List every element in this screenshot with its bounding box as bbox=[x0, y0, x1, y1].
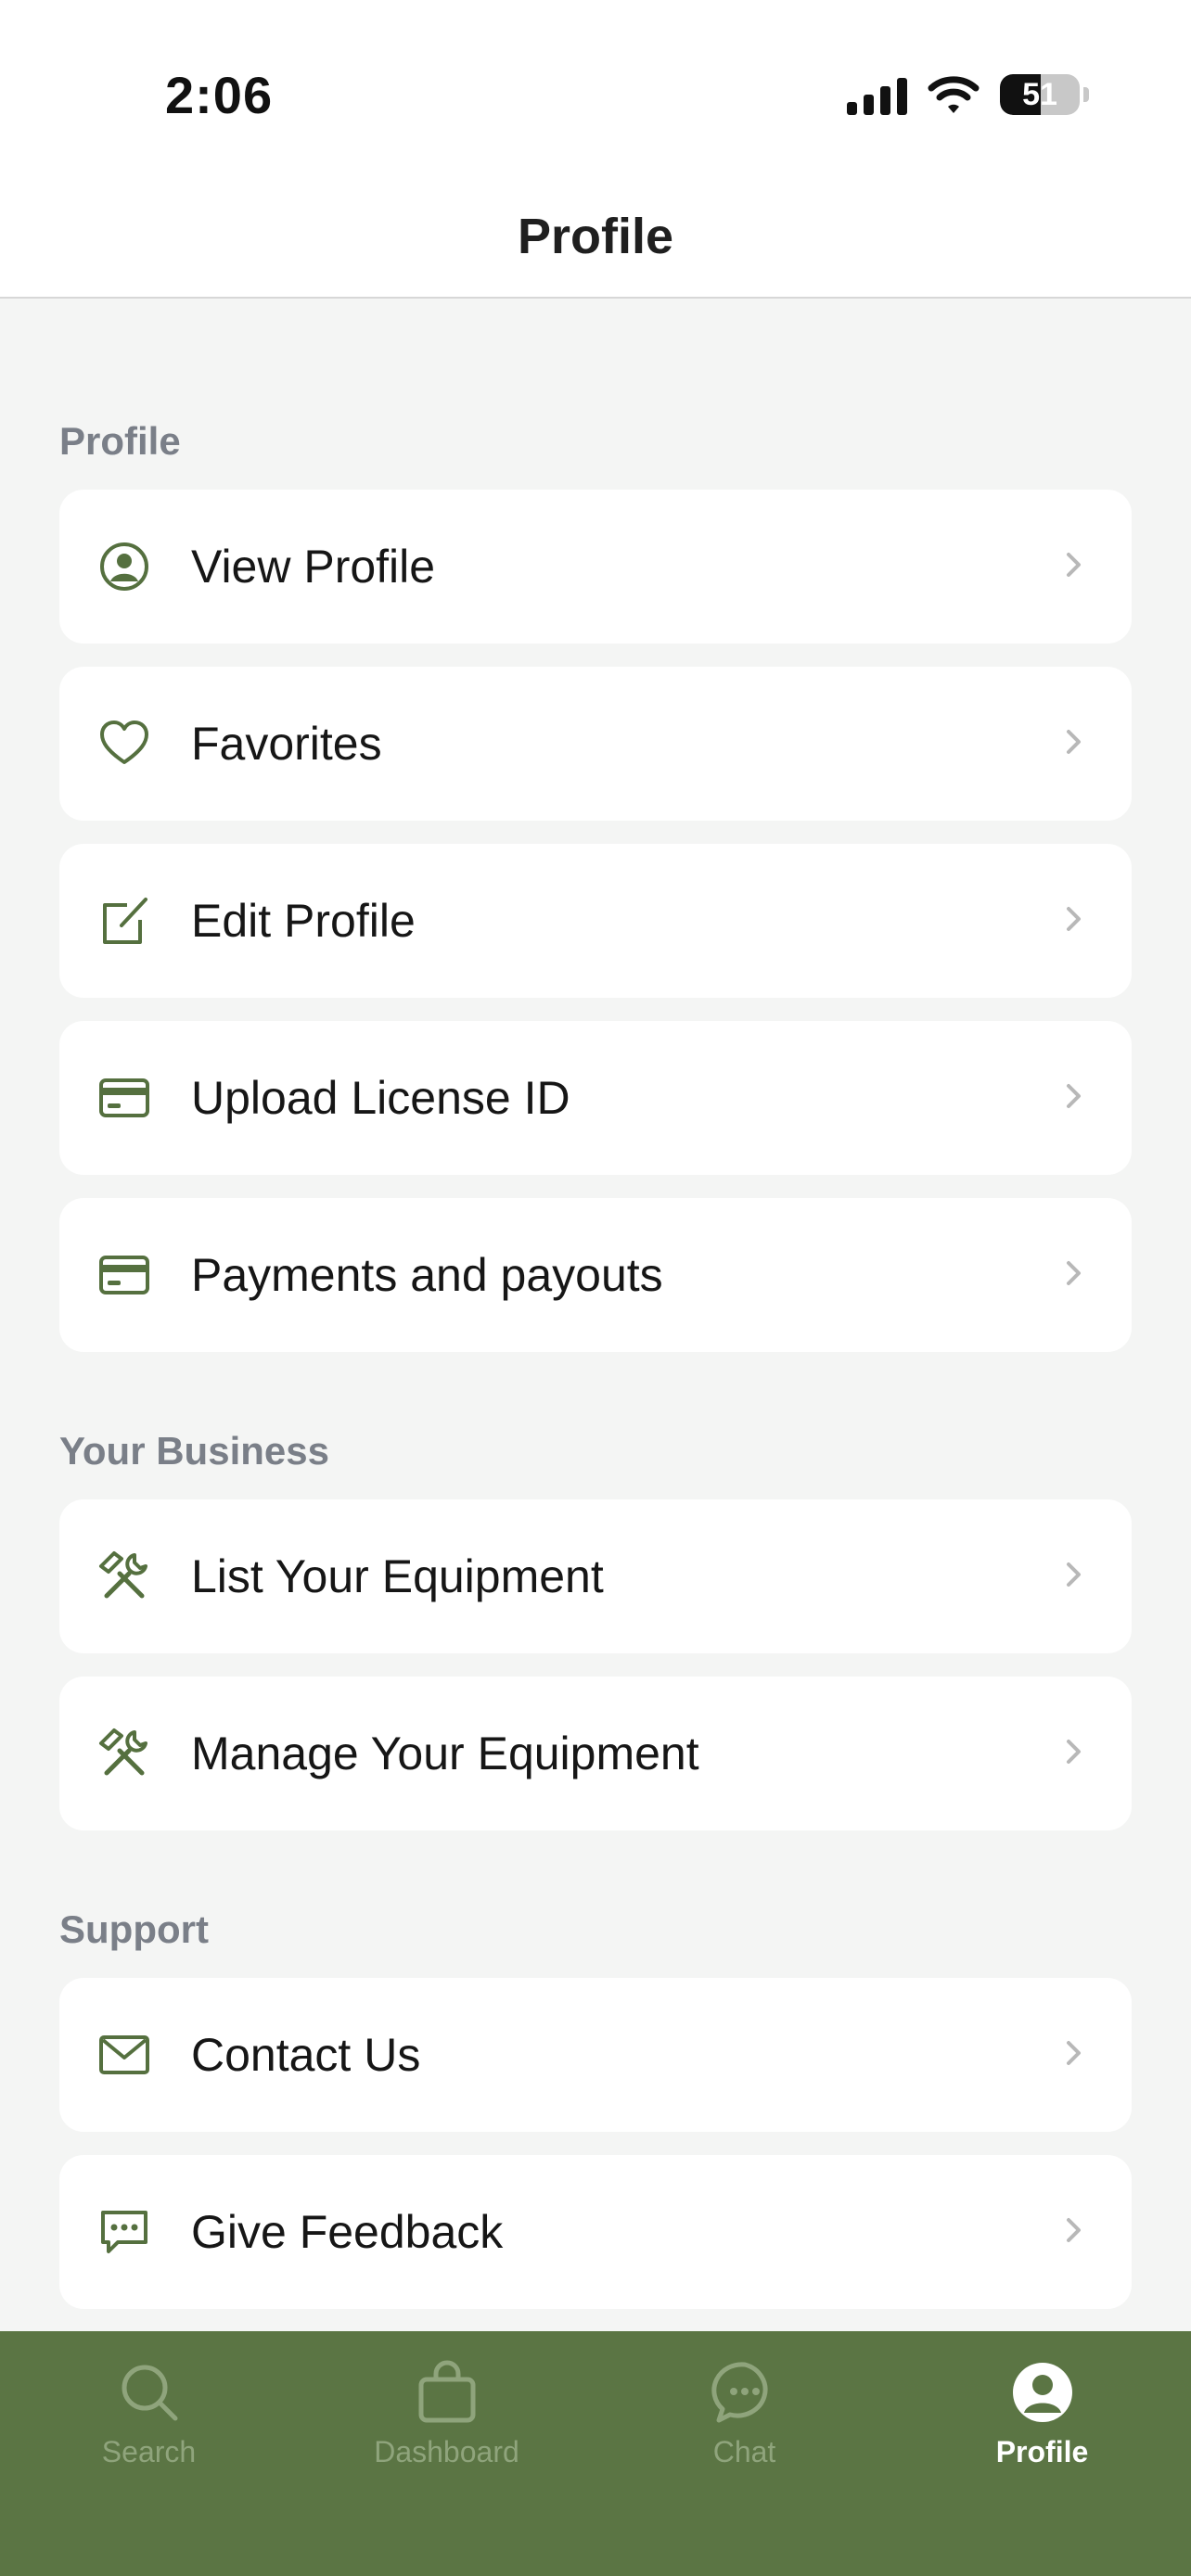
battery-level: 51 bbox=[1022, 76, 1057, 112]
menu-item-edit-profile[interactable]: Edit Profile bbox=[59, 844, 1132, 998]
menu-item-label: View Profile bbox=[191, 541, 436, 593]
menu-item-label: Favorites bbox=[191, 718, 382, 770]
menu-item-label: Upload License ID bbox=[191, 1072, 570, 1124]
chevron-right-icon bbox=[1059, 2216, 1087, 2249]
tab-label: Dashboard bbox=[374, 2435, 519, 2468]
user-circle-icon bbox=[96, 539, 152, 594]
chevron-right-icon bbox=[1059, 2039, 1087, 2072]
chat-bubble-icon bbox=[96, 2204, 152, 2260]
menu-item-label: Payments and payouts bbox=[191, 1249, 663, 1301]
chevron-right-icon bbox=[1059, 1259, 1087, 1292]
tools-icon bbox=[96, 1726, 152, 1781]
menu-item-label: Manage Your Equipment bbox=[191, 1728, 699, 1779]
menu-item-payments-and-payouts[interactable]: Payments and payouts bbox=[59, 1198, 1132, 1352]
section-title-your-business: Your Business bbox=[59, 1429, 329, 1473]
card-icon bbox=[96, 1247, 152, 1303]
menu-item-label: Edit Profile bbox=[191, 895, 416, 947]
nav-header: Profile bbox=[0, 176, 1191, 299]
profile-icon bbox=[1012, 2363, 1072, 2422]
tools-icon bbox=[96, 1549, 152, 1604]
status-bar: 2:06 51 bbox=[0, 0, 1191, 176]
menu-item-upload-license-id[interactable]: Upload License ID bbox=[59, 1021, 1132, 1175]
search-icon bbox=[122, 2365, 177, 2421]
bag-icon bbox=[418, 2360, 475, 2423]
page-title: Profile bbox=[517, 209, 674, 264]
mail-icon bbox=[96, 2027, 152, 2083]
tab-chat[interactable]: Chat bbox=[596, 2331, 893, 2489]
status-time: 2:06 bbox=[165, 66, 274, 124]
menu-item-manage-your-equipment[interactable]: Manage Your Equipment bbox=[59, 1677, 1132, 1830]
tab-dashboard[interactable]: Dashboard bbox=[298, 2331, 596, 2489]
chevron-right-icon bbox=[1059, 728, 1087, 760]
tab-profile[interactable]: Profile bbox=[893, 2331, 1191, 2489]
menu-item-contact-us[interactable]: Contact Us bbox=[59, 1978, 1132, 2132]
menu-item-label: List Your Equipment bbox=[191, 1550, 604, 1602]
chevron-right-icon bbox=[1059, 1082, 1087, 1115]
menu-item-give-feedback[interactable]: Give Feedback bbox=[59, 2155, 1132, 2309]
battery-icon: 51 bbox=[1000, 74, 1080, 115]
menu-item-label: Give Feedback bbox=[191, 2206, 504, 2258]
edit-icon bbox=[96, 893, 152, 949]
app-root: 2:06 51 Profile Profile View Profile Fav… bbox=[0, 0, 1191, 2576]
tab-label: Chat bbox=[712, 2435, 776, 2468]
chevron-right-icon bbox=[1059, 905, 1087, 937]
heart-icon bbox=[96, 716, 152, 772]
menu-item-favorites[interactable]: Favorites bbox=[59, 667, 1132, 821]
status-icons: 51 bbox=[847, 72, 1089, 117]
section-title-profile: Profile bbox=[59, 419, 181, 463]
tab-bar: Search Dashboard Chat Profile bbox=[0, 2331, 1191, 2576]
card-icon bbox=[96, 1070, 152, 1126]
wifi-icon bbox=[928, 76, 980, 113]
tab-label: Search bbox=[101, 2435, 197, 2468]
chevron-right-icon bbox=[1059, 1738, 1087, 1770]
chevron-right-icon bbox=[1059, 551, 1087, 583]
tab-label: Profile bbox=[995, 2435, 1089, 2468]
signal-icon bbox=[847, 74, 907, 115]
section-title-support: Support bbox=[59, 1907, 209, 1951]
menu-item-list-your-equipment[interactable]: List Your Equipment bbox=[59, 1499, 1132, 1653]
chat-icon bbox=[711, 2362, 767, 2423]
tab-search[interactable]: Search bbox=[0, 2331, 298, 2489]
chevron-right-icon bbox=[1059, 1561, 1087, 1593]
profile-menu: Profile View Profile Favorites Edit Prof… bbox=[59, 299, 1132, 2332]
menu-item-view-profile[interactable]: View Profile bbox=[59, 490, 1132, 644]
menu-item-label: Contact Us bbox=[191, 2029, 421, 2081]
